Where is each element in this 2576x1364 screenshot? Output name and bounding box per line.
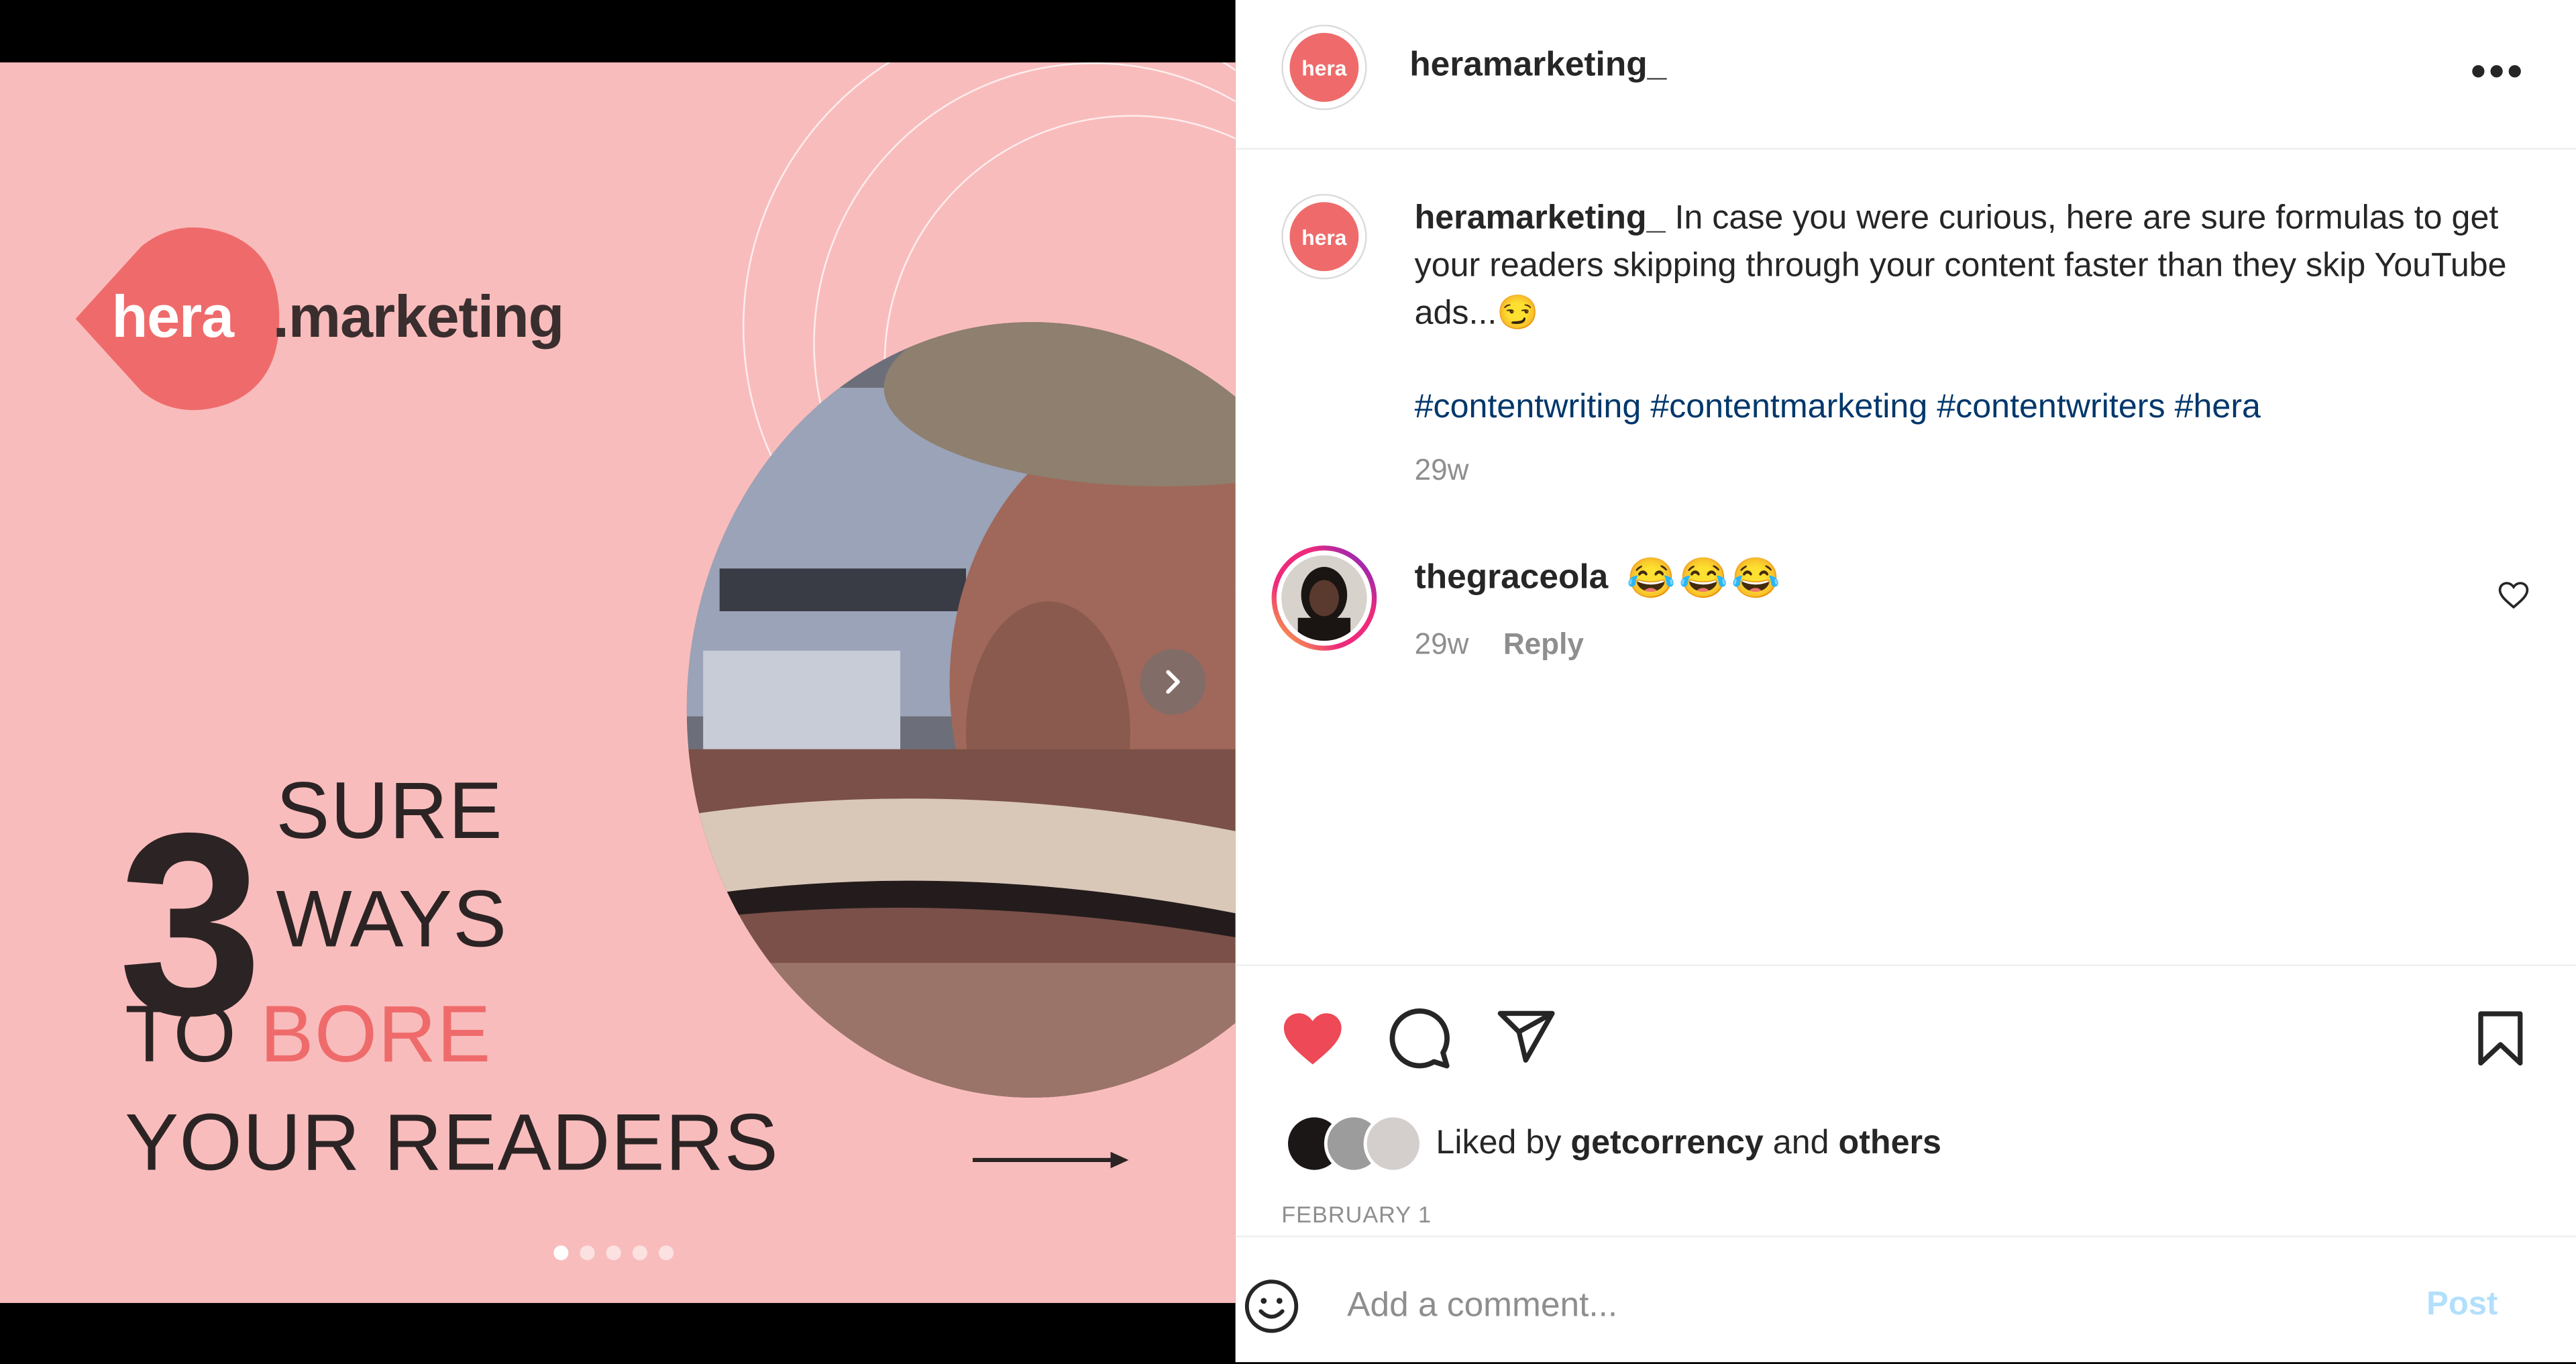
comment-input[interactable] <box>1344 1276 2337 1336</box>
carousel-dot <box>606 1245 621 1261</box>
slide-text-bore: BORE <box>260 990 492 1080</box>
logo-text-hera: hera <box>111 282 235 350</box>
carousel-dot <box>632 1245 647 1261</box>
share-send-icon[interactable] <box>1495 1006 1558 1068</box>
caption-username[interactable]: heramarketing_ <box>1415 199 1666 236</box>
emoji-smiley-icon[interactable] <box>1242 1277 1301 1336</box>
comment-text: 😂😂😂 <box>1626 557 1784 602</box>
post-date[interactable]: FEBRUARY 1 <box>1281 1201 1432 1227</box>
commenter-photo <box>1281 555 1367 641</box>
slide-text-ways: WAYS <box>276 876 508 965</box>
liked-by-avatars[interactable] <box>1285 1114 1426 1173</box>
more-horizontal-icon[interactable]: ••• <box>2471 46 2526 97</box>
liked-by-others-link[interactable]: others <box>1839 1124 1941 1161</box>
chevron-right-icon <box>1166 670 1180 694</box>
caption-age: 29w <box>1414 453 1469 486</box>
like-heart-filled-icon[interactable] <box>1278 1006 1347 1071</box>
liked-by-conjunction: and <box>1772 1124 1829 1162</box>
carousel-indicator <box>553 1245 674 1261</box>
caption-author-avatar[interactable]: hera <box>1281 193 1367 280</box>
carousel-slide: hera .marketing 3 SURE WAYS TO BORE YOUR… <box>0 62 1236 1304</box>
logo-text-marketing: .marketing <box>272 282 565 350</box>
carousel-dot <box>659 1245 674 1261</box>
liked-by-text: Liked by getcorrency and others <box>1436 1124 1941 1163</box>
commenter-avatar <box>1276 550 1372 646</box>
post-media[interactable]: hera .marketing 3 SURE WAYS TO BORE YOUR… <box>0 0 1236 1363</box>
liker-avatar <box>1363 1114 1423 1173</box>
comment-like-heart-icon[interactable] <box>2497 578 2530 611</box>
add-comment-bar: Post <box>1235 1235 2576 1364</box>
slide-text-sure: SURE <box>276 767 503 856</box>
author-username[interactable]: heramarketing_ <box>1409 46 1666 86</box>
comment-age: 29w <box>1414 627 1469 661</box>
arrow-right-decor-icon <box>972 1151 1129 1169</box>
avatar-logo-text: hera <box>1289 202 1359 272</box>
slide-text-your-readers: YOUR READERS <box>125 1099 780 1188</box>
carousel-dot <box>580 1245 595 1261</box>
comment-username[interactable]: thegraceola <box>1415 559 1609 598</box>
slide-text-to-bore: TO BORE <box>125 989 492 1081</box>
liked-by-user-link[interactable]: getcorrency <box>1570 1124 1763 1161</box>
carousel-next-button[interactable] <box>1140 649 1206 715</box>
post-actions-section <box>1235 964 2576 1238</box>
caption-hashtags[interactable]: #contentwriting #contentmarketing #conte… <box>1415 388 2261 427</box>
carousel-dot-active <box>553 1245 569 1261</box>
comment-reply-button[interactable]: Reply <box>1503 628 1584 662</box>
author-avatar[interactable]: hera <box>1281 24 1367 111</box>
post-details-panel: hera heramarketing_ ••• hera heramarketi… <box>1235 0 2576 1364</box>
post-caption: heramarketing_ In case you were curious,… <box>1415 194 2532 337</box>
save-bookmark-icon[interactable] <box>2471 1006 2530 1071</box>
post-comment-button[interactable]: Post <box>2426 1287 2498 1324</box>
slide-text-to: TO <box>125 990 260 1080</box>
comment-icon[interactable] <box>1387 1006 1452 1071</box>
commenter-avatar-story-ring[interactable] <box>1271 545 1377 651</box>
avatar-logo-text: hera <box>1289 32 1359 102</box>
liked-by-prefix: Liked by <box>1436 1124 1562 1162</box>
post-header: hera heramarketing_ ••• <box>1235 0 2576 150</box>
